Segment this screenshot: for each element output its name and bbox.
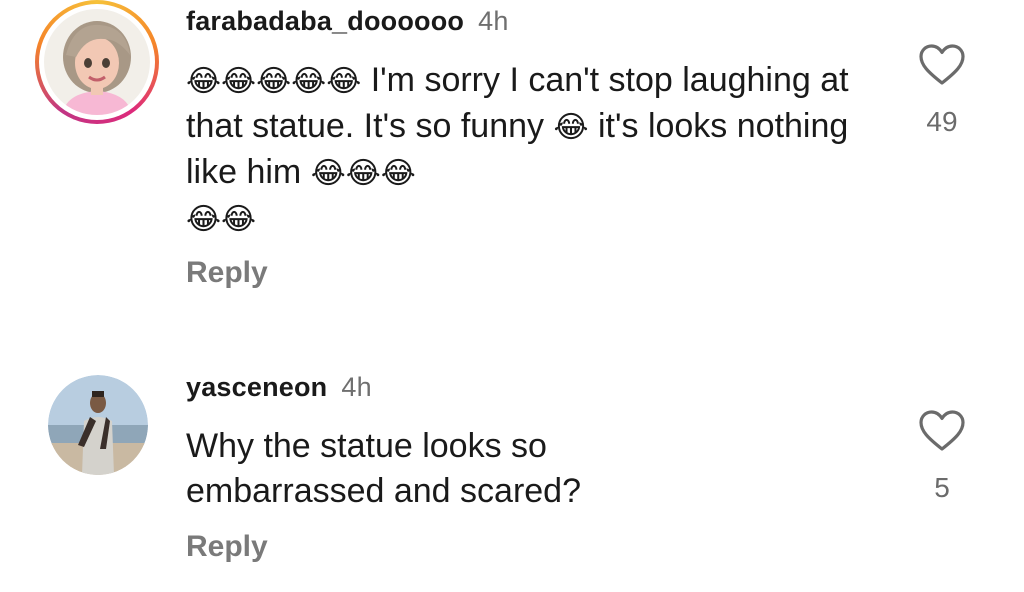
comment-text: Why the statue looks so embarrassed and … [186, 427, 582, 510]
heart-icon[interactable] [919, 44, 965, 86]
comment-username[interactable]: yasceneon 4h [186, 372, 372, 403]
comment-text: 😂😂😂😂😂 I'm sorry I can't stop laughing at… [186, 58, 876, 242]
story-ring [35, 0, 159, 124]
comment-time: 4h [341, 372, 372, 402]
heart-icon[interactable] [919, 410, 965, 452]
comment-time: 4h [478, 6, 509, 36]
like-count: 49 [926, 106, 958, 137]
username-label[interactable]: farabadaba_doooooo [186, 6, 464, 36]
memoji-avatar-icon [44, 9, 150, 115]
emoji-laughing: 😂 [553, 111, 589, 144]
like-control: 49 [912, 44, 972, 138]
emoji-laughing: 😂😂 [186, 203, 257, 236]
like-control: 5 [912, 410, 972, 504]
emoji-laughing: 😂😂😂😂😂 [186, 65, 362, 98]
emoji-laughing: 😂😂😂 [310, 157, 416, 190]
photo-avatar-icon [48, 375, 148, 475]
comment-username[interactable]: farabadaba_doooooo 4h [186, 6, 509, 37]
reply-button[interactable]: Reply [186, 530, 268, 564]
like-count: 5 [934, 472, 950, 503]
avatar[interactable] [35, 0, 159, 124]
username-label[interactable]: yasceneon [186, 372, 327, 402]
reply-button[interactable]: Reply [186, 256, 268, 290]
avatar[interactable] [48, 375, 148, 475]
